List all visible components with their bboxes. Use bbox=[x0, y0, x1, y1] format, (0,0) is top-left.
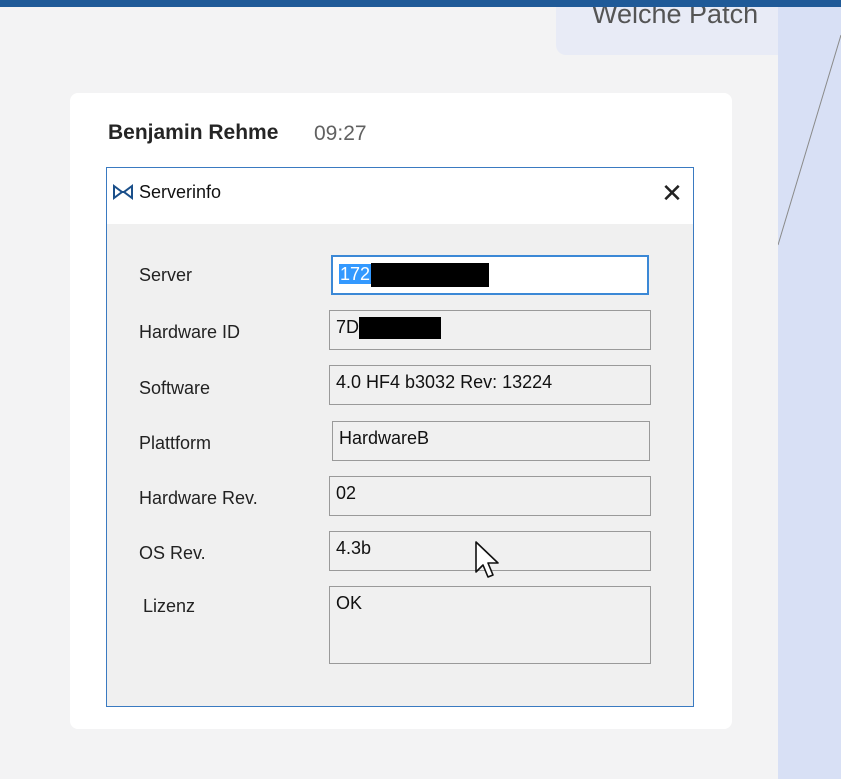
redaction-bar bbox=[359, 317, 442, 340]
hardware-rev-field[interactable]: 02 bbox=[329, 476, 651, 516]
plattform-label: Plattform bbox=[139, 433, 212, 453]
top-accent-bar bbox=[0, 0, 841, 7]
message-time: 09:27 bbox=[314, 122, 367, 145]
server-app-icon bbox=[113, 184, 133, 200]
hardware-rev-value: 02 bbox=[336, 483, 357, 503]
message-sender[interactable]: Benjamin Rehme bbox=[108, 121, 278, 145]
previous-message-text: Welche Patch bbox=[592, 7, 759, 29]
hardware-id-field[interactable]: 7D bbox=[329, 310, 651, 350]
previous-message-bubble: Welche Patch bbox=[556, 7, 778, 55]
server-label: Server bbox=[139, 265, 193, 285]
software-value: 4.0 HF4 b3032 Rev: 13224 bbox=[336, 372, 553, 392]
server-value: 172 bbox=[339, 263, 372, 284]
plattform-field[interactable]: HardwareB bbox=[332, 421, 650, 461]
plattform-value: HardwareB bbox=[339, 428, 430, 448]
hardware-id-value: 7D bbox=[336, 317, 360, 337]
lizenz-value: OK bbox=[336, 593, 363, 613]
panel-divider-line bbox=[778, 34, 841, 246]
dialog-titlebar: Serverinfo ✕ bbox=[107, 168, 693, 224]
right-side-panel bbox=[778, 7, 841, 779]
os-rev-label: OS Rev. bbox=[139, 543, 206, 563]
hardware-id-label: Hardware ID bbox=[139, 322, 241, 342]
hardware-rev-label: Hardware Rev. bbox=[139, 488, 258, 508]
lizenz-label: Lizenz bbox=[143, 596, 196, 616]
server-field[interactable]: 172 bbox=[331, 255, 649, 295]
software-field[interactable]: 4.0 HF4 b3032 Rev: 13224 bbox=[329, 365, 651, 405]
mouse-pointer-icon bbox=[475, 541, 499, 578]
software-label: Software bbox=[139, 378, 211, 398]
dialog-title: Serverinfo bbox=[139, 182, 222, 202]
close-icon[interactable]: ✕ bbox=[657, 176, 687, 210]
os-rev-value: 4.3b bbox=[336, 538, 372, 558]
chat-message-card: Benjamin Rehme 09:27 Serverinfo ✕ Server… bbox=[70, 93, 732, 729]
redaction-bar bbox=[371, 263, 490, 287]
lizenz-field[interactable]: OK bbox=[329, 586, 651, 664]
serverinfo-dialog-screenshot[interactable]: Serverinfo ✕ Server 172 Hardware ID 7D S… bbox=[106, 167, 694, 707]
